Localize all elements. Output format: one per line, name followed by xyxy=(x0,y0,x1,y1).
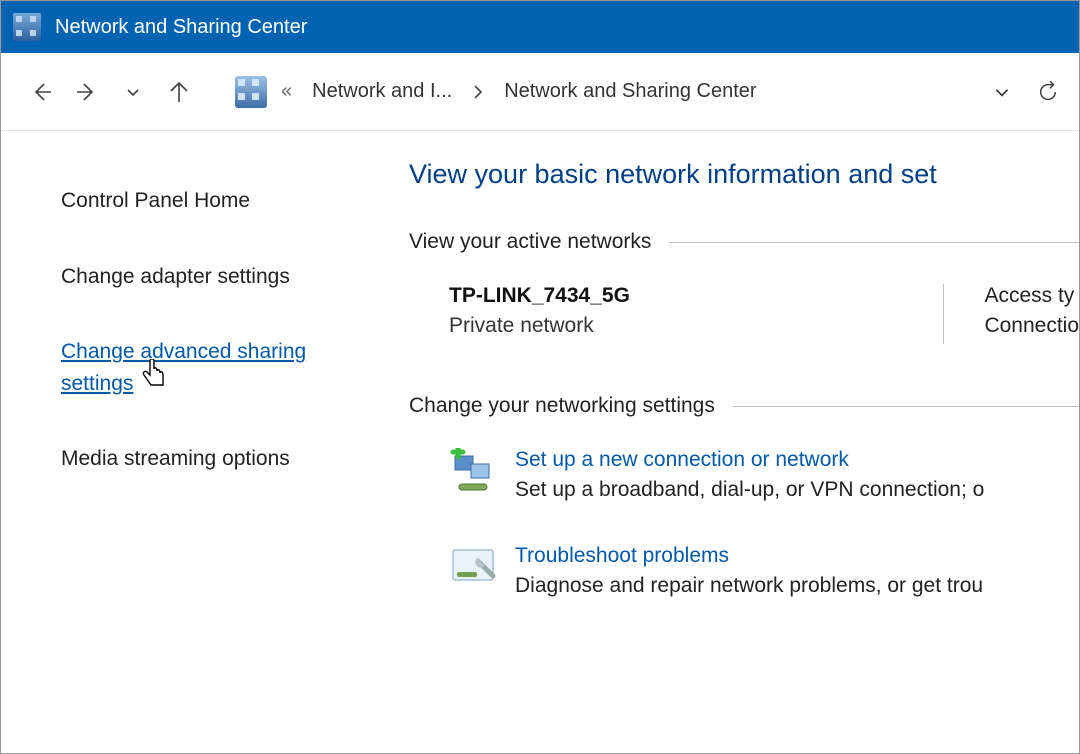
access-type-label: Access ty xyxy=(984,284,1079,308)
content-area: Control Panel Home Change adapter settin… xyxy=(1,131,1079,753)
setup-connection-icon xyxy=(449,448,497,496)
control-panel-home-link[interactable]: Control Panel Home xyxy=(61,185,379,217)
troubleshoot-desc: Diagnose and repair network problems, or… xyxy=(515,574,983,598)
media-streaming-link[interactable]: Media streaming options xyxy=(61,443,379,475)
chevron-right-icon xyxy=(472,84,484,100)
networking-settings-header: Change your networking settings xyxy=(409,394,1079,418)
divider xyxy=(669,242,1079,243)
active-networks-header: View your active networks xyxy=(409,230,1079,254)
connection-label: Connectio xyxy=(984,314,1079,338)
setup-connection-link[interactable]: Set up a new connection or network xyxy=(515,448,984,472)
troubleshoot-link[interactable]: Troubleshoot problems xyxy=(515,544,983,568)
recent-dropdown[interactable] xyxy=(113,72,153,112)
nav-bar: « Network and I... Network and Sharing C… xyxy=(1,53,1079,131)
active-networks-label: View your active networks xyxy=(409,230,651,254)
change-adapter-link[interactable]: Change adapter settings xyxy=(61,261,379,293)
change-advanced-sharing-link[interactable]: Change advanced sharing settings xyxy=(61,336,379,399)
breadcrumb[interactable]: « Network and I... Network and Sharing C… xyxy=(281,80,757,103)
network-type: Private network xyxy=(449,314,943,338)
refresh-button[interactable] xyxy=(1037,81,1059,103)
address-dropdown[interactable] xyxy=(993,83,1011,101)
window-title: Network and Sharing Center xyxy=(55,16,307,39)
setup-connection-item: Set up a new connection or network Set u… xyxy=(409,448,1079,502)
breadcrumb-current[interactable]: Network and Sharing Center xyxy=(504,80,756,103)
divider xyxy=(733,406,1079,407)
page-title: View your basic network information and … xyxy=(409,159,1079,190)
sidebar: Control Panel Home Change adapter settin… xyxy=(1,131,409,753)
networking-settings-label: Change your networking settings xyxy=(409,394,715,418)
forward-button[interactable] xyxy=(67,72,107,112)
back-button[interactable] xyxy=(21,72,61,112)
active-network-block: TP-LINK_7434_5G Private network Access t… xyxy=(409,284,1079,344)
main-panel: View your basic network information and … xyxy=(409,131,1079,753)
breadcrumb-prefix: « xyxy=(281,80,292,103)
network-center-icon xyxy=(13,13,41,41)
up-button[interactable] xyxy=(159,72,199,112)
setup-connection-desc: Set up a broadband, dial-up, or VPN conn… xyxy=(515,478,984,502)
title-bar: Network and Sharing Center xyxy=(1,1,1079,53)
network-name: TP-LINK_7434_5G xyxy=(449,284,943,308)
breadcrumb-parent[interactable]: Network and I... xyxy=(312,80,452,103)
breadcrumb-network-icon xyxy=(235,76,267,108)
troubleshoot-item: Troubleshoot problems Diagnose and repai… xyxy=(409,544,1079,598)
troubleshoot-icon xyxy=(449,544,497,592)
